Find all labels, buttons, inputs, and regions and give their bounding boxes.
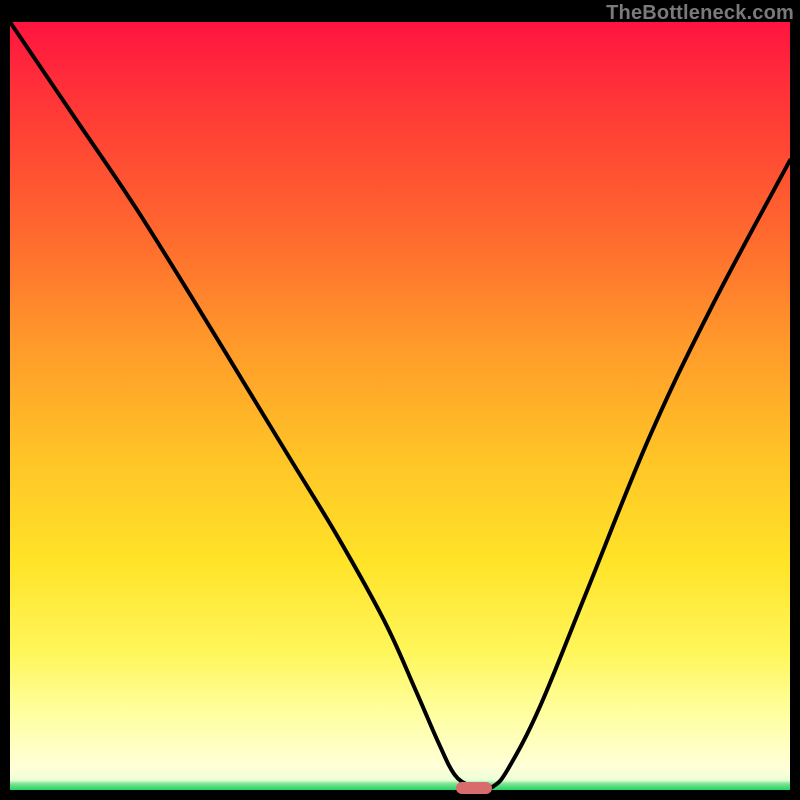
curve-svg bbox=[10, 22, 790, 790]
chart-stage: TheBottleneck.com bbox=[0, 0, 800, 800]
optimal-marker bbox=[456, 782, 492, 794]
plot-area bbox=[10, 22, 790, 790]
bottleneck-curve bbox=[10, 22, 790, 788]
